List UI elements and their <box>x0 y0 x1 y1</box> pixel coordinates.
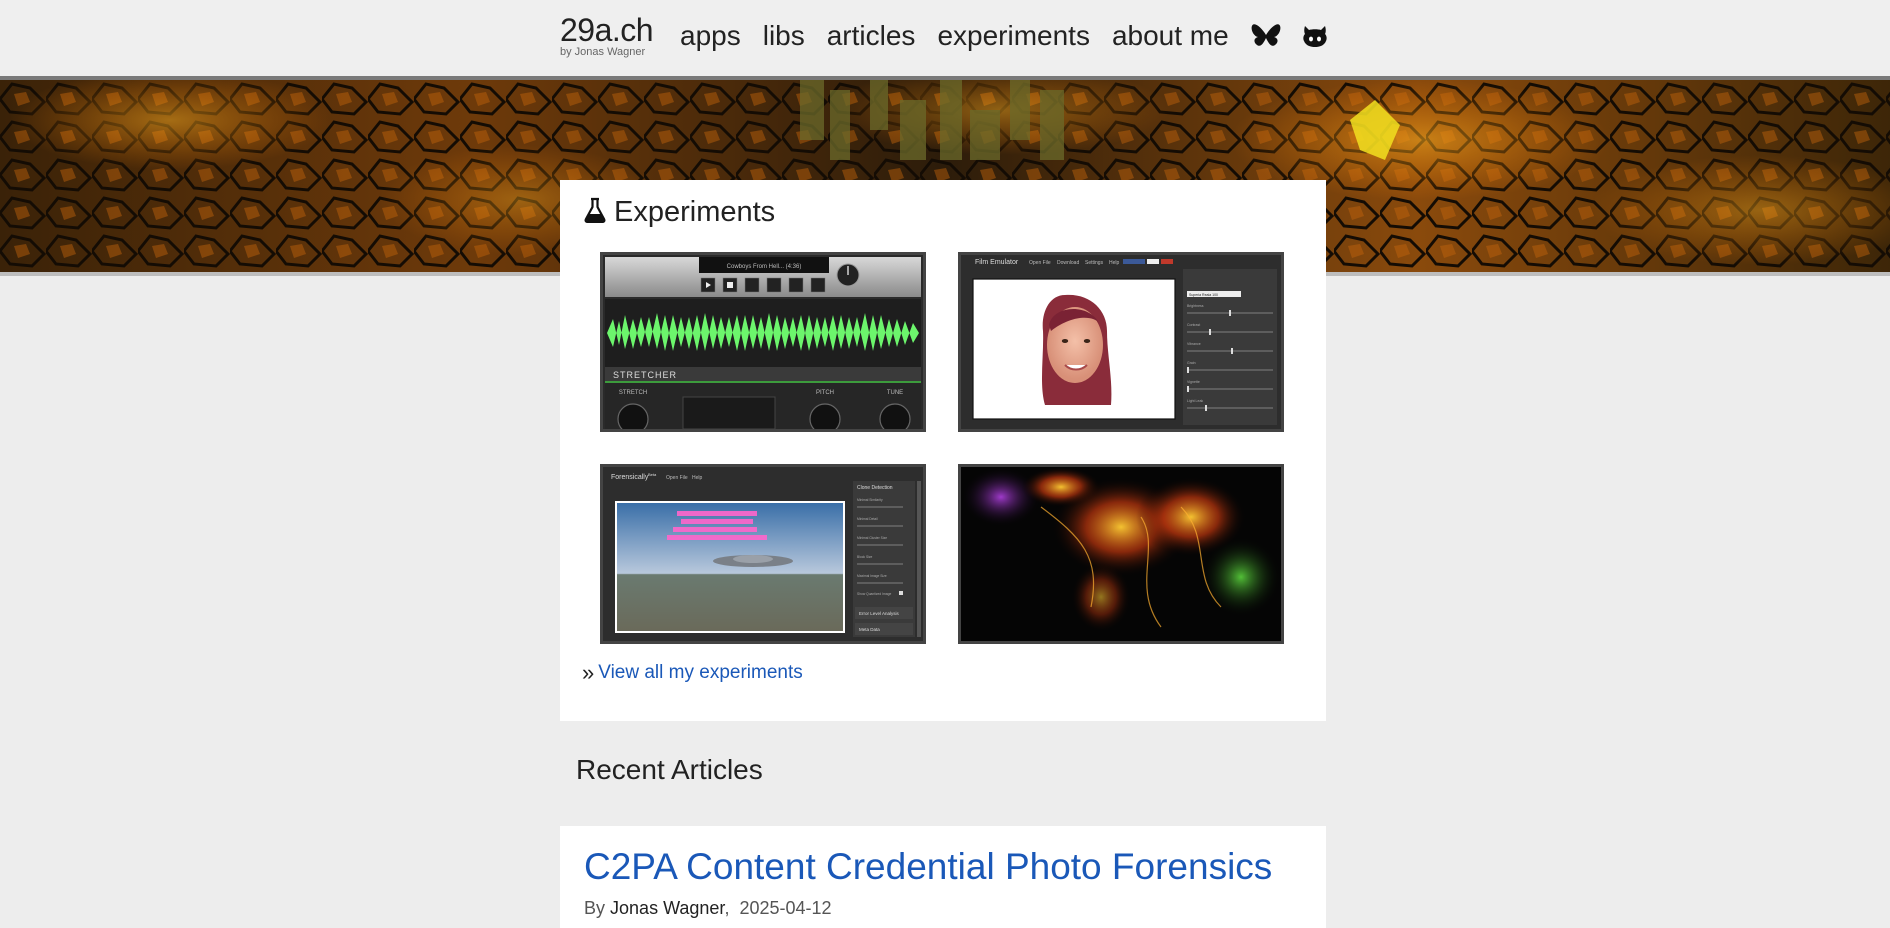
forensics-panel-title: Clone Detection <box>857 485 893 491</box>
forensics-app-title-sup: Beta <box>648 472 657 477</box>
article-date: 2025-04-12 <box>739 898 832 918</box>
nav-link-experiments[interactable]: experiments <box>937 18 1090 54</box>
stretcher-panel-label: STRETCHER <box>613 370 677 380</box>
site-name: 29a.ch <box>560 12 654 48</box>
stretcher-knob-stretch-label: STRETCH <box>619 390 647 396</box>
top-navigation-bar: 29a.ch by Jonas Wagner apps libs article… <box>0 0 1890 80</box>
article-meta: By Jonas Wagner, 2025-04-12 <box>584 898 832 918</box>
film-slider-grain-label: Grain <box>1187 361 1196 365</box>
experiments-title: Experiments <box>614 196 776 228</box>
experiment-particles-thumbnail[interactable] <box>958 464 1284 644</box>
film-slider-brightness-label: Brightness <box>1187 304 1204 308</box>
film-menu-settings: Settings <box>1085 260 1104 266</box>
view-all-experiments: » View all my experiments <box>582 662 803 684</box>
film-menu-help: Help <box>1109 260 1120 266</box>
article-card: C2PA Content Credential Photo Forensics … <box>560 826 1326 928</box>
nav-link-apps[interactable]: apps <box>680 18 741 54</box>
article-author: Jonas Wagner <box>610 898 725 918</box>
experiments-card: Experiments Cowboys From Hell... (4:36) <box>560 180 1326 721</box>
forensics-slider-detail-label: Minimal Detail <box>857 517 878 521</box>
forensics-checkbox-quantized-label: Show Quantized Image <box>857 592 891 596</box>
site-logo-link[interactable]: 29a.ch by Jonas Wagner <box>560 12 654 58</box>
film-menu-open: Open File <box>1029 260 1051 266</box>
bluesky-icon <box>1251 23 1281 49</box>
article-title-link[interactable]: C2PA Content Credential Photo Forensics <box>584 846 1272 888</box>
recent-articles-heading: Recent Articles <box>576 754 763 785</box>
flask-icon <box>584 197 606 228</box>
site-byline: by Jonas Wagner <box>560 46 646 58</box>
article-by-label: By <box>584 898 606 918</box>
forensics-slider-maxsize-label: Maximal Image Size <box>857 574 887 578</box>
experiments-header: Experiments <box>584 196 775 229</box>
film-slider-lightleak-label: Light Leak <box>1187 399 1203 403</box>
double-chevron-right-icon: » <box>582 660 595 685</box>
forensics-app-title: Forensically <box>611 474 649 481</box>
forensics-slider-cluster-label: Minimal Cluster Size <box>857 536 887 540</box>
github-link[interactable] <box>1301 23 1329 49</box>
forensics-menu-help: Help <box>692 475 703 481</box>
film-app-title: Film Emulator <box>975 259 1019 266</box>
film-menu-download: Download <box>1057 260 1079 266</box>
stretcher-track-label: Cowboys From Hell... (4:36) <box>727 264 802 270</box>
forensics-slider-similarity-label: Minimal Similarity <box>857 498 883 502</box>
nav-link-about-me[interactable]: about me <box>1112 18 1229 54</box>
github-icon <box>1301 23 1329 49</box>
stretcher-knob-pitch-label: PITCH <box>816 390 834 396</box>
forensics-section-metadata: Meta Data <box>859 627 880 632</box>
film-slider-vibrance-label: Vibrance <box>1187 342 1201 346</box>
experiment-stretcher-thumbnail[interactable]: Cowboys From Hell... (4:36) STRETCHER ST… <box>600 252 926 432</box>
forensics-menu-open: Open File <box>666 475 688 481</box>
stretcher-knob-tune-label: TUNE <box>887 390 903 396</box>
nav-link-libs[interactable]: libs <box>763 18 805 54</box>
experiment-forensically-thumbnail[interactable]: Forensically Beta Open File Help Clone D… <box>600 464 926 644</box>
view-all-experiments-link[interactable]: View all my experiments <box>598 662 803 684</box>
forensics-slider-block-label: Block Size <box>857 555 873 559</box>
main-nav: apps libs articles experiments about me <box>680 18 1349 54</box>
bluesky-link[interactable] <box>1251 23 1281 49</box>
forensics-section-ela: Error Level Analysis <box>859 611 900 616</box>
film-slider-vignette-label: Vignette <box>1187 380 1200 384</box>
film-slider-contrast-label: Contrast <box>1187 323 1200 327</box>
experiment-film-emulator-thumbnail[interactable]: Film Emulator Open File Download Setting… <box>958 252 1284 432</box>
nav-link-articles[interactable]: articles <box>827 18 916 54</box>
film-preset-select: Superia Reala 100 <box>1189 293 1218 297</box>
